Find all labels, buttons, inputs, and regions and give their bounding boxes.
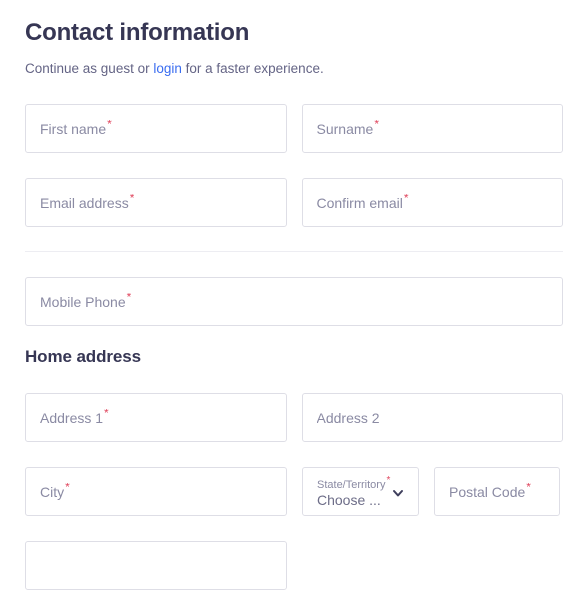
address2-input[interactable]: Address 2 [301, 393, 563, 442]
state-territory-value: Choose ... [317, 492, 381, 508]
mobile-phone-placeholder: Mobile Phone* [40, 293, 131, 311]
state-territory-select[interactable]: State/Territory* Choose ... [302, 467, 419, 516]
state-col: State/Territory* Choose ... [302, 467, 419, 516]
email-address-col: Email address* [25, 178, 287, 227]
required-asterisk: * [403, 193, 409, 205]
address2-placeholder: Address 2 [316, 409, 380, 426]
contact-information-form: Contact information Continue as guest or… [0, 0, 588, 590]
login-link[interactable]: login [153, 61, 182, 76]
page-title: Contact information [25, 19, 250, 46]
mobile-phone-input[interactable]: Mobile Phone* [25, 277, 563, 326]
required-asterisk: * [65, 482, 70, 494]
home-address-title: Home address [25, 347, 141, 366]
first-name-input[interactable]: First name* [25, 104, 287, 153]
confirm-email-input[interactable]: Confirm email* [301, 178, 563, 227]
first-name-placeholder: First name* [40, 120, 112, 138]
required-asterisk: * [104, 408, 109, 420]
city-input[interactable]: City* [25, 467, 287, 516]
address1-input[interactable]: Address 1* [25, 393, 287, 442]
state-territory-label: State/Territory* [317, 475, 391, 491]
subtitle-text-before: Continue as guest or [25, 61, 154, 76]
required-asterisk: * [526, 482, 531, 494]
email-row: Email address* Confirm email* [25, 178, 563, 227]
postal-code-col: Postal Code* [434, 467, 560, 516]
next-field-input-partial[interactable] [25, 541, 287, 590]
address1-col: Address 1* [25, 393, 287, 442]
address1-placeholder: Address 1* [40, 409, 109, 427]
address-row: Address 1* Address 2 [25, 393, 563, 442]
address2-col: Address 2 [301, 393, 563, 442]
required-asterisk: * [374, 119, 379, 131]
required-asterisk: * [129, 193, 135, 205]
email-address-placeholder: Email address* [40, 194, 134, 212]
confirm-email-col: Confirm email* [301, 178, 563, 227]
city-col: City* [25, 467, 287, 516]
postal-code-placeholder: Postal Code* [449, 483, 531, 501]
required-asterisk: * [386, 475, 391, 487]
confirm-email-placeholder: Confirm email* [317, 194, 409, 212]
required-asterisk: * [126, 292, 132, 304]
subtitle-text-after: for a faster experience. [181, 61, 324, 76]
first-name-col: First name* [25, 104, 287, 153]
postal-code-input[interactable]: Postal Code* [434, 467, 560, 516]
next-field-col-empty [302, 541, 564, 590]
mobile-phone-col: Mobile Phone* [25, 277, 563, 326]
guest-login-subtitle: Continue as guest or login for a faster … [25, 48, 563, 78]
section-divider [25, 251, 563, 252]
surname-col: Surname* [301, 104, 563, 153]
city-state-postal-row: City* State/Territory* Choose ... Postal… [25, 467, 563, 516]
next-field-row-partial [25, 541, 563, 590]
surname-input[interactable]: Surname* [301, 104, 563, 153]
next-field-col [25, 541, 287, 590]
mobile-phone-row: Mobile Phone* [25, 277, 563, 326]
name-row: First name* Surname* [25, 104, 563, 153]
surname-placeholder: Surname* [317, 120, 379, 138]
city-placeholder: City* [40, 483, 70, 501]
required-asterisk: * [107, 119, 112, 131]
email-address-input[interactable]: Email address* [25, 178, 287, 227]
